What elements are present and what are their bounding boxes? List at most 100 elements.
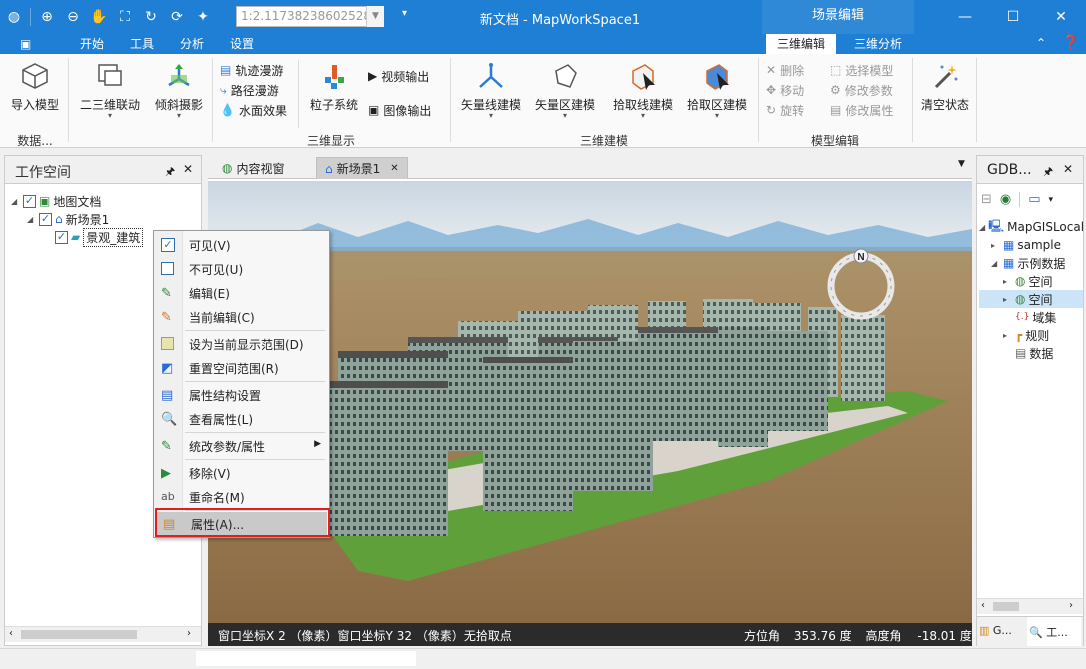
checkbox-checked-icon[interactable]: ✓	[39, 212, 52, 226]
gdb-tree-row[interactable]: {.} 域集	[979, 308, 1083, 326]
horizontal-scrollbar[interactable]: ‹ ›	[5, 626, 201, 642]
pick-area-model-button[interactable]: 拾取区建模 ▾	[682, 60, 752, 120]
expand-icon[interactable]: ◢	[27, 215, 36, 224]
menu-item-rename[interactable]: ab 重命名(M)	[154, 485, 329, 509]
pin-icon[interactable]: 🖈	[1043, 163, 1053, 182]
close-tab-icon[interactable]: ✕	[390, 163, 398, 174]
tab-start[interactable]: 开始	[76, 34, 108, 54]
checkbox-checked-icon[interactable]: ✓	[23, 194, 36, 208]
help-icon[interactable]: ❓	[1062, 35, 1079, 51]
maximize-button[interactable]: ☐	[998, 6, 1028, 28]
menu-separator	[185, 330, 325, 331]
tree-scene-row[interactable]: ◢ ✓ ⌂ 新场景1	[11, 210, 143, 228]
import-model-button[interactable]: 导入模型	[6, 60, 64, 113]
tab-3d-edit[interactable]: 三维编辑	[766, 34, 836, 54]
expand-icon[interactable]: ◢	[11, 197, 20, 206]
pick-line-model-button[interactable]: 拾取线建模 ▾	[608, 60, 678, 120]
move-button[interactable]: ✥ 移动	[766, 80, 804, 100]
clear-state-button[interactable]: 清空状态	[916, 60, 974, 113]
collapse-icon[interactable]: ▸	[1003, 295, 1012, 304]
pan-hand-icon[interactable]: ✋	[89, 7, 109, 27]
video-output-button[interactable]: ▶ 视频输出	[368, 66, 431, 86]
chevron-down-icon[interactable]: ▼	[366, 6, 384, 27]
scrollbar-thumb[interactable]	[993, 602, 1019, 611]
tab-list-dropdown-icon[interactable]: ▼	[958, 159, 965, 169]
tab-tools[interactable]: 工具	[126, 34, 158, 54]
gdb-tree-row[interactable]: ▸ ▦ sample	[979, 236, 1083, 254]
tab-analysis[interactable]: 分析	[176, 34, 208, 54]
image-output-button[interactable]: ▣ 图像输出	[368, 100, 431, 120]
gdb-tree-row[interactable]: ◢ 🖳 MapGISLocal	[979, 218, 1083, 236]
qat-customize-icon[interactable]: ▾	[402, 8, 407, 19]
magic-wand-icon[interactable]: ✦	[193, 7, 213, 27]
delete-button[interactable]: ✕ 删除	[766, 60, 804, 80]
menu-item-reset-extent[interactable]: ◩ 重置空间范围(R)	[154, 356, 329, 380]
tab-3d-analysis[interactable]: 三维分析	[848, 34, 908, 54]
vector-area-model-button[interactable]: 矢量区建模 ▾	[530, 60, 600, 120]
expand-icon[interactable]: ◢	[991, 259, 1000, 268]
tab-scene1[interactable]: ⌂ 新场景1 ✕	[316, 157, 408, 179]
menu-item-batch-edit[interactable]: ✎ 统改参数/属性 ▶	[154, 434, 329, 458]
connect-server-icon[interactable]: ◉	[1000, 192, 1011, 207]
menu-item-current-edit[interactable]: ✎ 当前编辑(C)	[154, 305, 329, 329]
vector-line-model-button[interactable]: 矢量线建模 ▾	[456, 60, 526, 120]
scroll-right-icon[interactable]: ›	[1069, 600, 1073, 611]
gdb-tree-row[interactable]: ▸ ┏ 规则	[979, 326, 1083, 344]
update-icon[interactable]: ⟳	[167, 7, 187, 27]
menu-item-invisible[interactable]: 不可见(U)	[154, 257, 329, 281]
scroll-right-icon[interactable]: ›	[187, 628, 191, 639]
gdb-tree-row[interactable]: ▤ 数据	[979, 344, 1083, 362]
gdb-tree-row[interactable]: ▸ ◍ 空间	[979, 290, 1083, 308]
gdb-tree-row[interactable]: ▸ ◍ 空间	[979, 272, 1083, 290]
horizontal-scrollbar[interactable]: ‹ ›	[977, 598, 1083, 614]
modify-attr-button[interactable]: ▤ 修改属性	[830, 100, 893, 120]
close-icon[interactable]: ✕	[183, 162, 193, 176]
rotate-button[interactable]: ↻ 旋转	[766, 100, 804, 120]
refresh-icon[interactable]: ↻	[141, 7, 161, 27]
collapse-icon[interactable]: ▸	[991, 241, 1000, 250]
water-effect-label: 水面效果	[238, 103, 287, 118]
pin-icon[interactable]: 🖈	[165, 163, 175, 182]
gdb-tree-row[interactable]: ◢ ▦ 示例数据	[979, 254, 1083, 272]
scroll-left-icon[interactable]: ‹	[9, 628, 13, 639]
close-icon[interactable]: ✕	[1063, 162, 1073, 176]
collapse-icon[interactable]: ▸	[1003, 331, 1012, 340]
tab-gdb[interactable]: ▥ G...	[977, 617, 1027, 646]
app-globe-icon[interactable]: ◍	[4, 7, 24, 27]
chevron-down-icon[interactable]: ▾	[1049, 195, 1054, 207]
zoom-out-icon[interactable]: ⊖	[63, 7, 83, 27]
track-roam-button[interactable]: ▤ 轨迹漫游	[220, 60, 287, 80]
link-2d3d-button[interactable]: 二三维联动 ▾	[76, 60, 144, 120]
tab-settings[interactable]: 设置	[226, 34, 258, 54]
full-extent-icon[interactable]: ⛶	[115, 7, 135, 27]
scroll-left-icon[interactable]: ‹	[981, 600, 985, 611]
oblique-photography-button[interactable]: 倾斜摄影 ▾	[150, 60, 208, 120]
scrollbar-thumb[interactable]	[21, 630, 137, 639]
path-roam-button[interactable]: ⤷ 路径漫游	[220, 80, 287, 100]
checkbox-checked-icon[interactable]: ✓	[55, 230, 68, 244]
menu-item-remove[interactable]: ▶ 移除(V)	[154, 461, 329, 485]
view-options-icon[interactable]: ▭	[1028, 192, 1040, 207]
particle-system-button[interactable]: 粒子系统	[306, 60, 362, 113]
modify-params-button[interactable]: ⚙ 修改参数	[830, 80, 893, 100]
select-model-button[interactable]: ⬚ 选择模型	[830, 60, 893, 80]
tab-content-view[interactable]: ◍ 内容视窗	[214, 157, 293, 179]
menu-item-set-extent[interactable]: 设为当前显示范围(D)	[154, 332, 329, 356]
minimize-button[interactable]: —	[950, 6, 980, 28]
tab-tools-panel[interactable]: 🔍 工...	[1027, 617, 1081, 646]
menu-item-attr-structure[interactable]: ▤ 属性结构设置	[154, 383, 329, 407]
collapse-icon[interactable]: ▸	[1003, 277, 1012, 286]
help-collapse-icon[interactable]: ⌃	[1036, 36, 1046, 50]
menu-item-visible[interactable]: ✓ 可见(V)	[154, 233, 329, 257]
disconnect-icon[interactable]: ⊟	[981, 192, 992, 207]
expand-icon[interactable]: ◢	[979, 223, 985, 232]
zoom-in-icon[interactable]: ⊕	[37, 7, 57, 27]
scale-combobox[interactable]: 1:2.11738238602528	[236, 6, 384, 27]
menu-item-view-attr[interactable]: 🔍 查看属性(L)	[154, 407, 329, 431]
menu-item-edit[interactable]: ✎ 编辑(E)	[154, 281, 329, 305]
water-effect-button[interactable]: 💧 水面效果	[220, 100, 287, 120]
close-window-button[interactable]: ✕	[1046, 6, 1076, 28]
tree-layer-row[interactable]: ✓ ▰ 景观_建筑	[11, 227, 144, 247]
file-menu-icon[interactable]: ▣	[16, 34, 35, 54]
tree-root-row[interactable]: ◢ ✓ ▣ 地图文档	[11, 192, 143, 210]
